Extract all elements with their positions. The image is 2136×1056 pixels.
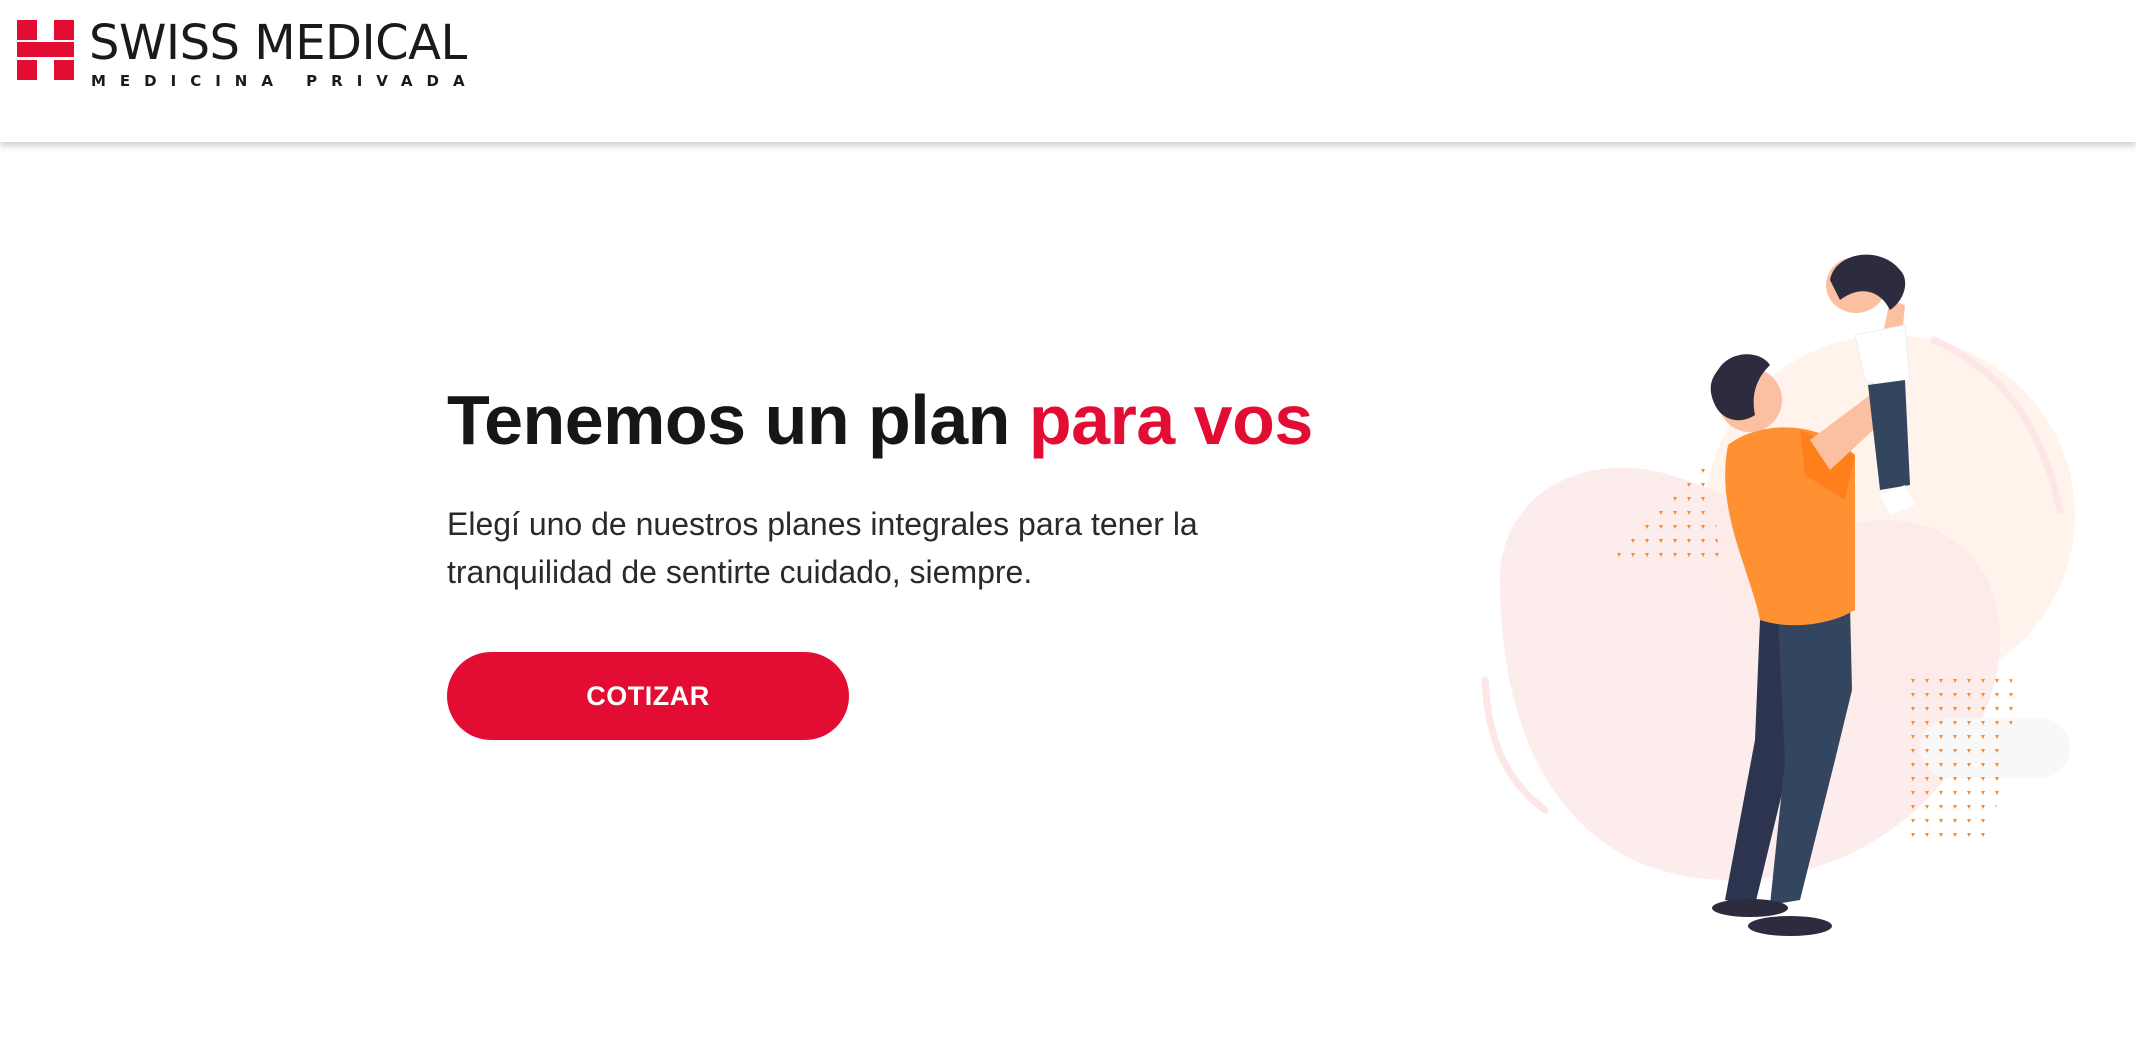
dotted-pattern-icon <box>1900 670 2020 840</box>
brand-logo[interactable]: SWISS MEDICAL MEDICINA PRIVADA <box>17 15 479 90</box>
hero-title: Tenemos un plan para vos <box>447 370 1347 470</box>
illustration-svg <box>1481 254 2075 936</box>
brand-name: SWISS MEDICAL <box>89 15 467 71</box>
brand-wordmark: SWISS MEDICAL MEDICINA PRIVADA <box>89 15 479 90</box>
swiss-cross-icon <box>17 20 77 82</box>
hero-title-accent: para vos <box>1028 381 1313 459</box>
cotizar-button[interactable]: COTIZAR <box>447 652 849 740</box>
shoe-icon <box>1748 916 1832 936</box>
shoe-icon <box>1712 899 1788 917</box>
hero-section: Tenemos un plan para vos Elegí uno de nu… <box>447 370 1347 596</box>
father-lifting-child-illustration <box>1460 240 2100 960</box>
hero-description: Elegí uno de nuestros planes integrales … <box>447 506 1198 590</box>
brand-tagline: MEDICINA PRIVADA <box>91 72 479 90</box>
site-header: SWISS MEDICAL MEDICINA PRIVADA <box>0 0 2136 142</box>
hero-title-main: Tenemos un plan <box>447 381 1029 459</box>
